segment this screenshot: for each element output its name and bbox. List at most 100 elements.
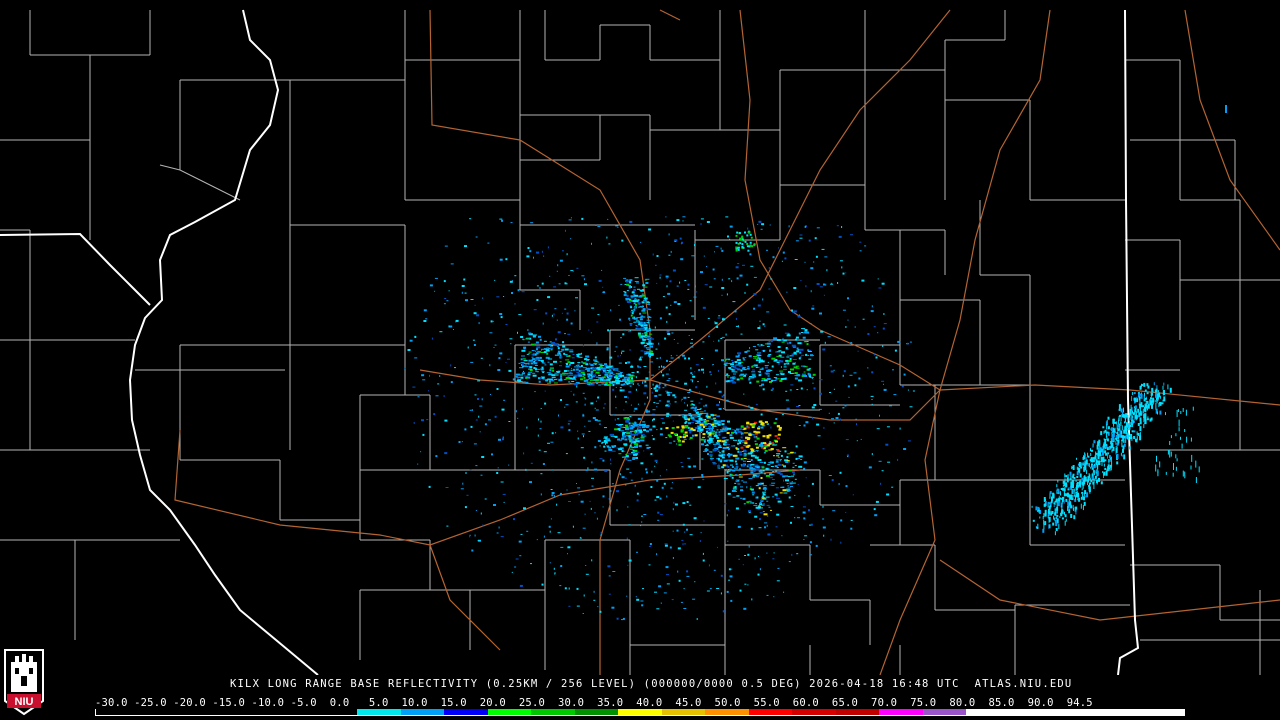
echo-pixel xyxy=(756,476,760,478)
echo-pixel xyxy=(549,530,551,533)
echo-pixel xyxy=(639,289,643,291)
echo-pixel xyxy=(1061,498,1063,500)
echo-pixel xyxy=(590,372,593,375)
echo-pixel xyxy=(660,427,663,430)
echo-pixel xyxy=(1072,495,1074,500)
echo-pixel xyxy=(517,417,519,419)
echo-pixel xyxy=(658,394,662,396)
echo-pixel xyxy=(682,216,686,218)
echo-pixel xyxy=(808,509,810,512)
echo-pixel xyxy=(639,306,642,308)
echo-pixel xyxy=(755,403,758,405)
echo-pixel xyxy=(847,385,850,388)
echo-pixel xyxy=(578,369,581,372)
echo-pixel xyxy=(750,236,753,239)
echo-pixel xyxy=(593,599,596,601)
echo-pixel xyxy=(783,364,786,366)
echo-pixel xyxy=(1062,480,1065,484)
echo-pixel xyxy=(526,255,530,258)
echo-pixel xyxy=(641,315,644,318)
echo-pixel xyxy=(528,332,532,335)
echo-pixel xyxy=(1123,436,1125,439)
echo-pixel xyxy=(794,375,797,377)
echo-pixel xyxy=(631,375,636,377)
echo-pixel xyxy=(607,565,611,568)
echo-pixel xyxy=(754,443,758,446)
echo-pixel xyxy=(629,448,633,450)
echo-pixel xyxy=(1069,478,1072,481)
echo-pixel xyxy=(724,441,727,444)
echo-pixel xyxy=(568,355,571,357)
echo-pixel xyxy=(1116,432,1119,434)
echo-pixel xyxy=(564,282,567,285)
echo-pixel xyxy=(628,559,632,562)
echo-pixel xyxy=(635,376,637,379)
echo-pixel xyxy=(1159,401,1162,406)
echo-pixel xyxy=(752,365,756,367)
echo-pixel xyxy=(1068,487,1070,490)
echo-pixel xyxy=(823,283,825,286)
echo-pixel xyxy=(750,470,753,472)
echo-pixel xyxy=(769,484,772,486)
echo-pixel xyxy=(795,445,798,448)
echo-pixel xyxy=(796,553,799,555)
echo-pixel xyxy=(810,267,814,270)
echo-pixel xyxy=(640,341,645,344)
echo-pixel xyxy=(842,272,845,275)
echo-pixel xyxy=(461,291,463,294)
echo-pixel xyxy=(677,342,679,344)
echo-pixel xyxy=(776,455,779,457)
echo-pixel xyxy=(709,429,712,431)
echo-pixel xyxy=(1102,456,1105,462)
echo-pixel xyxy=(725,216,729,218)
echo-pixel xyxy=(786,356,790,358)
echo-pixel xyxy=(760,228,763,230)
echo-pixel xyxy=(1186,436,1188,443)
echo-pixel xyxy=(582,344,584,347)
echo-pixel xyxy=(717,422,722,424)
echo-pixel xyxy=(728,579,731,581)
echo-pixel xyxy=(1138,393,1141,396)
echo-pixel xyxy=(642,312,647,314)
echo-pixel xyxy=(623,443,628,446)
echo-pixel xyxy=(787,487,791,489)
echo-pixel xyxy=(583,594,585,597)
echo-pixel xyxy=(669,546,672,549)
echo-pixel xyxy=(602,506,604,508)
echo-pixel xyxy=(789,482,793,485)
echo-pixel xyxy=(716,588,720,589)
echo-pixel xyxy=(669,361,672,362)
echo-pixel xyxy=(503,399,506,401)
echo-pixel xyxy=(694,244,695,247)
echo-pixel xyxy=(686,528,688,531)
echo-pixel xyxy=(1128,446,1131,450)
echo-pixel xyxy=(1169,450,1171,458)
echo-pixel xyxy=(889,405,892,407)
echo-pixel xyxy=(536,539,538,541)
echo-pixel xyxy=(541,371,545,372)
color-scale-swatch xyxy=(1096,709,1141,715)
echo-pixel xyxy=(633,410,635,412)
echo-pixel xyxy=(473,312,477,315)
echo-pixel xyxy=(747,366,750,368)
echo-pixel xyxy=(717,457,720,460)
echo-pixel xyxy=(1151,394,1153,397)
echo-pixel xyxy=(796,347,799,350)
echo-pixel xyxy=(772,387,774,390)
echo-pixel xyxy=(639,424,642,427)
echo-pixel xyxy=(1152,404,1153,407)
echo-pixel xyxy=(750,454,755,457)
echo-pixel xyxy=(1091,459,1094,462)
echo-pixel xyxy=(693,296,697,298)
echo-pixel xyxy=(1225,105,1227,113)
echo-pixel xyxy=(1161,402,1164,405)
echo-pixel xyxy=(596,517,598,520)
echo-pixel xyxy=(723,408,724,410)
echo-pixel xyxy=(671,427,675,429)
echo-pixel xyxy=(610,458,611,461)
echo-pixel xyxy=(689,300,692,302)
echo-pixel xyxy=(585,355,590,358)
echo-pixel xyxy=(1084,466,1087,471)
echo-pixel xyxy=(535,371,539,373)
echo-pixel xyxy=(799,237,803,239)
